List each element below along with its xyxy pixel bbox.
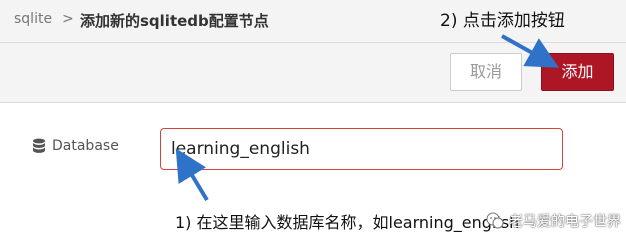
arrow-to-add-button — [501, 34, 559, 68]
watermark-text: 老马爱的电子世界 — [509, 214, 621, 230]
watermark: 老马爱的电子世界 — [485, 211, 621, 231]
arrow-to-input — [175, 148, 209, 202]
wechat-logo-icon — [486, 212, 504, 229]
